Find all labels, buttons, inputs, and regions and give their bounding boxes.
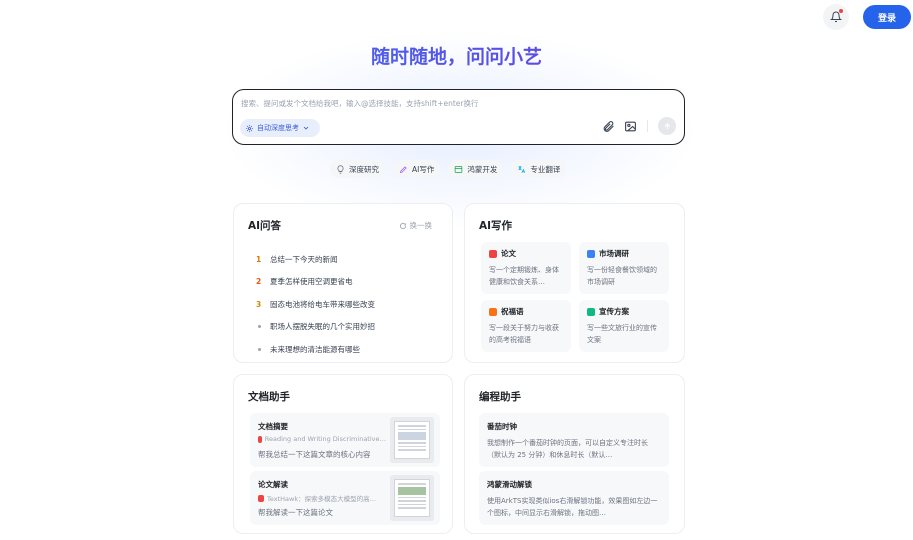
question-text: 夏季怎样使用空调更省电 [270,277,353,287]
image-icon [624,121,636,131]
writing-item-desc: 写一段关于努力与收获的高考祝福语 [489,324,559,344]
doc-item-summary[interactable]: 文档摘要 Reading and Writing Discriminative…… [250,413,440,467]
refresh-icon [399,222,406,229]
code-item-slide-unlock[interactable]: 鸿蒙滑动解锁 使用ArkTS实现类似ios右滑解锁功能，效果图如左边一个图标，中… [479,471,669,525]
writing-item-desc: 写一些文旅行业的宣传文案 [587,324,657,344]
report-icon [587,249,595,258]
list-item[interactable]: 1 总结一下今天的新闻 [256,248,375,271]
quick-label: 专业翻译 [530,164,561,174]
pdf-file-icon [258,494,264,502]
doc-item-paper[interactable]: 论文解读 TextHawk：探索多模态大模型的高… 帮我解读一下这篇论文 [250,471,440,525]
writing-item-title: 宣传方案 [599,307,629,316]
arrow-up-icon [663,122,671,129]
writing-grid: 论文 写一个定期锻炼、身体健康和饮食关系… 市场调研 写一份轻食餐饮领域的市场调… [481,242,669,352]
top-bar: 登录 [823,4,911,30]
card-title: AI问答 [248,220,282,232]
quick-translation[interactable]: 专业翻译 [511,160,567,178]
paper-icon [489,249,497,258]
code-assistant-card: 编程助手 番茄时钟 我想制作一个番茄时钟的页面，可以自定义专注时长（默认为 25… [464,374,685,534]
notification-dot [839,9,843,13]
ai-writing-card: AI写作 论文 写一个定期锻炼、身体健康和饮食关系… 市场调研 写一份轻食餐饮领… [464,203,685,363]
lightbulb-icon [337,164,344,174]
pen-icon [399,165,407,173]
writing-item-greeting[interactable]: 祝福语 写一段关于努力与收获的高考祝福语 [481,300,571,352]
bullet-dot [257,325,261,329]
code-item-desc: 使用ArkTS实现类似ios右滑解锁功能，效果图如左边一个图标，中间显示右滑解锁… [487,497,658,517]
list-item[interactable]: 职场人摆脱失眠的几个实用妙招 [256,316,375,339]
doc-item-prompt: 帮我总结一下这篇文章的核心内容 [258,450,371,459]
question-text: 未来理想的清洁能源有哪些 [270,344,360,354]
tool-divider [647,120,648,132]
rank-number: 1 [256,254,262,264]
quick-label: 鸿蒙开发 [467,164,498,174]
list-item[interactable]: 未来理想的清洁能源有哪些 [256,338,375,361]
doc-item-title: 论文解读 [258,480,288,489]
doc-file-name: TextHawk：探索多模态大模型的高… [267,495,377,503]
greeting-icon [489,307,497,316]
quick-actions: 深度研究 AI写作 鸿蒙开发 专业翻译 [330,160,567,178]
code-window-icon [455,165,463,173]
list-item[interactable]: 2 夏季怎样使用空调更省电 [256,271,375,294]
send-button[interactable] [658,117,676,135]
translate-icon [518,165,526,173]
page-title: 随时随地，问问小艺 [0,42,913,69]
doc-item-prompt: 帮我解读一下这篇论文 [258,508,333,517]
question-text: 固态电池将给电车带来哪些改变 [270,299,375,309]
brain-icon [246,124,253,132]
writing-item-title: 祝福语 [501,307,524,316]
bullet-dot [257,347,261,351]
doc-file-name: Reading and Writing Discriminative… [264,435,386,443]
chat-input-placeholder[interactable]: 搜索、提问或发个文档给我吧，输入@选择技能，支持shift+enter换行 [241,98,478,109]
question-text: 职场人摆脱失眠的几个实用妙招 [270,322,375,332]
qa-list: 1 总结一下今天的新闻 2 夏季怎样使用空调更省电 3 固态电池将给电车带来哪些… [256,248,375,361]
writing-item-paper[interactable]: 论文 写一个定期锻炼、身体健康和饮食关系… [481,242,571,294]
card-title: 文档助手 [248,391,290,403]
list-item[interactable]: 3 固态电池将给电车带来哪些改变 [256,293,375,316]
code-item-desc: 我想制作一个番茄时钟的页面，可以自定义专注时长（默认为 25 分钟）和休息时长（… [487,439,648,459]
card-title: 编程助手 [479,391,521,403]
auto-deep-think-label: 自动深度思考 [257,124,299,132]
rank-number: 3 [256,299,262,309]
login-button[interactable]: 登录 [863,5,911,29]
auto-deep-think-toggle[interactable]: 自动深度思考 [240,119,320,137]
pdf-file-icon [258,435,262,443]
writing-item-desc: 写一份轻食餐饮领域的市场调研 [587,266,657,286]
quick-label: AI写作 [412,164,435,174]
quick-harmony-dev[interactable]: 鸿蒙开发 [448,160,504,178]
quick-label: 深度研究 [349,164,379,174]
refresh-label: 换一换 [409,221,433,230]
refresh-button[interactable]: 换一换 [399,220,433,231]
attach-button[interactable] [601,119,615,133]
writing-item-market[interactable]: 市场调研 写一份轻食餐饮领域的市场调研 [579,242,669,294]
doc-thumbnail [390,417,434,463]
code-item-title: 番茄时钟 [487,422,517,431]
chat-input-box[interactable]: 搜索、提问或发个文档给我吧，输入@选择技能，支持shift+enter换行 自动… [232,89,685,145]
card-title: AI写作 [479,220,513,232]
rank-number: 2 [256,277,262,287]
quick-ai-writing[interactable]: AI写作 [393,160,441,178]
quick-deep-research[interactable]: 深度研究 [330,160,385,178]
writing-item-promo[interactable]: 宣传方案 写一些文旅行业的宣传文案 [579,300,669,352]
ai-qa-card: AI问答 换一换 1 总结一下今天的新闻 2 夏季怎样使用空调更省电 3 固态电… [233,203,453,363]
code-item-pomodoro[interactable]: 番茄时钟 我想制作一个番茄时钟的页面，可以自定义专注时长（默认为 25 分钟）和… [479,413,669,467]
code-item-title: 鸿蒙滑动解锁 [487,480,532,489]
paperclip-icon [603,120,614,132]
promo-icon [587,307,595,316]
writing-item-desc: 写一个定期锻炼、身体健康和饮食关系… [489,266,559,286]
doc-assistant-card: 文档助手 文档摘要 Reading and Writing Discrimina… [233,374,453,534]
writing-item-title: 市场调研 [599,249,629,258]
chevron-down-icon [303,126,309,130]
doc-thumbnail [390,475,434,521]
writing-item-title: 论文 [501,249,516,258]
doc-item-title: 文档摘要 [258,422,288,431]
notification-button[interactable] [823,4,849,30]
question-text: 总结一下今天的新闻 [270,254,338,264]
image-upload-button[interactable] [623,119,637,133]
input-tools [601,117,676,135]
